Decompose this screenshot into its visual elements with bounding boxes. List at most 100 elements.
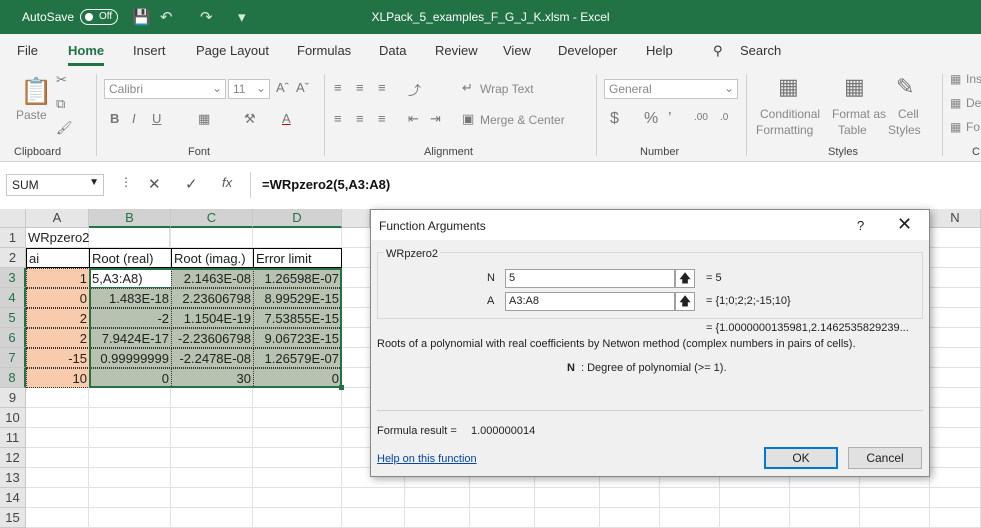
empty-cell[interactable]: [89, 408, 171, 428]
empty-cell[interactable]: [470, 508, 535, 528]
empty-cell[interactable]: [171, 428, 253, 448]
empty-cell[interactable]: [26, 508, 89, 528]
row-header[interactable]: 14: [0, 488, 26, 508]
empty-cell[interactable]: [660, 488, 720, 508]
cell-root-imag[interactable]: 2.1463E-08: [171, 268, 254, 288]
row-header[interactable]: 3: [0, 268, 26, 288]
cell-error-limit[interactable]: 9.06723E-15: [253, 328, 342, 348]
align-bottom-icon[interactable]: ≡: [378, 80, 386, 95]
tab-data[interactable]: Data: [379, 43, 406, 58]
empty-cell[interactable]: [930, 328, 981, 348]
empty-cell[interactable]: [930, 408, 981, 428]
empty-cell[interactable]: [720, 508, 790, 528]
row-header[interactable]: 2: [0, 248, 26, 268]
cell-ai[interactable]: 0: [26, 288, 90, 308]
cell-error-limit[interactable]: 0: [253, 368, 342, 388]
cell-a1[interactable]: WRpzero2: [26, 228, 170, 248]
empty-cell[interactable]: [26, 408, 89, 428]
cell-root-real[interactable]: 7.9424E-17: [89, 328, 172, 348]
merge-center-button[interactable]: Merge & Center: [480, 113, 565, 127]
empty-cell[interactable]: [930, 428, 981, 448]
cell-styles-icon[interactable]: ✎: [896, 74, 914, 100]
empty-cell[interactable]: [535, 508, 600, 528]
cell-styles-label-2[interactable]: Styles: [888, 123, 921, 137]
dialog-help-button[interactable]: ?: [857, 218, 864, 233]
empty-cell[interactable]: [253, 508, 342, 528]
empty-cell[interactable]: [930, 508, 981, 528]
conditional-formatting-label-2[interactable]: Formatting: [756, 123, 813, 137]
cut-icon[interactable]: ✂: [56, 72, 67, 88]
cell-header-ai[interactable]: ai: [26, 248, 90, 268]
comma-icon[interactable]: ’: [668, 110, 672, 128]
empty-cell[interactable]: [930, 468, 981, 488]
copy-icon[interactable]: ⧉: [56, 96, 65, 112]
cell-root-real[interactable]: -2: [89, 308, 172, 328]
increase-font-icon[interactable]: Aˆ: [276, 80, 289, 95]
empty-cell[interactable]: [342, 508, 405, 528]
cell-root-imag[interactable]: 1.1504E-19: [171, 308, 254, 328]
search-label[interactable]: Search: [740, 43, 781, 58]
cell-root-imag[interactable]: 30: [171, 368, 254, 388]
empty-cell[interactable]: [26, 468, 89, 488]
empty-cell[interactable]: [660, 508, 720, 528]
delete-cells-icon[interactable]: ▦: [950, 96, 961, 110]
row-header[interactable]: 12: [0, 448, 26, 468]
row-header[interactable]: 13: [0, 468, 26, 488]
insert-function-icon[interactable]: fx: [222, 175, 232, 190]
empty-cell[interactable]: [930, 488, 981, 508]
row-header[interactable]: 10: [0, 408, 26, 428]
column-header-c[interactable]: C: [171, 209, 253, 228]
format-cells-button[interactable]: Fo: [966, 120, 980, 134]
empty-cell[interactable]: [26, 448, 89, 468]
delete-cells-button[interactable]: De: [966, 96, 981, 110]
align-right-icon[interactable]: ≡: [378, 111, 386, 126]
empty-cell[interactable]: [26, 488, 89, 508]
increase-indent-icon[interactable]: ⇥: [430, 111, 441, 127]
empty-cell[interactable]: [171, 408, 253, 428]
empty-cell[interactable]: [342, 488, 405, 508]
italic-icon[interactable]: I: [132, 111, 136, 126]
tab-home[interactable]: Home: [68, 43, 105, 66]
empty-cell[interactable]: [790, 508, 860, 528]
format-cells-icon[interactable]: ▦: [950, 120, 961, 134]
empty-cell[interactable]: [253, 468, 342, 488]
empty-cell[interactable]: [89, 508, 171, 528]
empty-cell[interactable]: [930, 448, 981, 468]
paste-label[interactable]: Paste: [16, 108, 47, 122]
empty-cell[interactable]: [171, 388, 253, 408]
cell-root-real[interactable]: 0.99999999: [89, 348, 172, 368]
row-header[interactable]: 5: [0, 308, 26, 328]
empty-cell[interactable]: [720, 488, 790, 508]
empty-cell[interactable]: [171, 508, 253, 528]
cell-root-imag[interactable]: -2.23606798: [171, 328, 254, 348]
empty-cell[interactable]: [930, 388, 981, 408]
column-header-n[interactable]: N: [930, 209, 981, 228]
empty-cell[interactable]: [89, 428, 171, 448]
empty-cell[interactable]: [930, 308, 981, 328]
decrease-font-icon[interactable]: Aˇ: [296, 80, 309, 95]
empty-cell[interactable]: [790, 488, 860, 508]
empty-cell[interactable]: [89, 468, 171, 488]
empty-cell[interactable]: [405, 488, 470, 508]
empty-cell[interactable]: [89, 488, 171, 508]
format-painter-icon[interactable]: 🖌: [56, 120, 73, 136]
empty-cell[interactable]: [253, 388, 342, 408]
align-center-icon[interactable]: ≡: [356, 111, 364, 126]
empty-cell[interactable]: [930, 228, 981, 248]
empty-cell[interactable]: [860, 508, 930, 528]
cell-ai[interactable]: 2: [26, 328, 90, 348]
font-name-select[interactable]: Calibri ⌄: [104, 79, 226, 99]
currency-icon[interactable]: $: [610, 110, 619, 128]
row-header[interactable]: 4: [0, 288, 26, 308]
empty-cell[interactable]: [930, 348, 981, 368]
number-format-select[interactable]: General ⌄: [604, 79, 738, 99]
cancel-entry-icon[interactable]: ✕: [148, 175, 161, 193]
orientation-icon[interactable]: ⤴: [408, 80, 421, 99]
row-header[interactable]: 1: [0, 228, 26, 248]
ok-button[interactable]: OK: [764, 447, 838, 469]
fill-handle[interactable]: [339, 385, 344, 390]
insert-cells-icon[interactable]: ▦: [950, 72, 961, 86]
cell-header-error-limit[interactable]: Error limit: [253, 248, 342, 268]
paste-icon[interactable]: 📋: [20, 76, 52, 107]
align-left-icon[interactable]: ≡: [334, 111, 342, 126]
